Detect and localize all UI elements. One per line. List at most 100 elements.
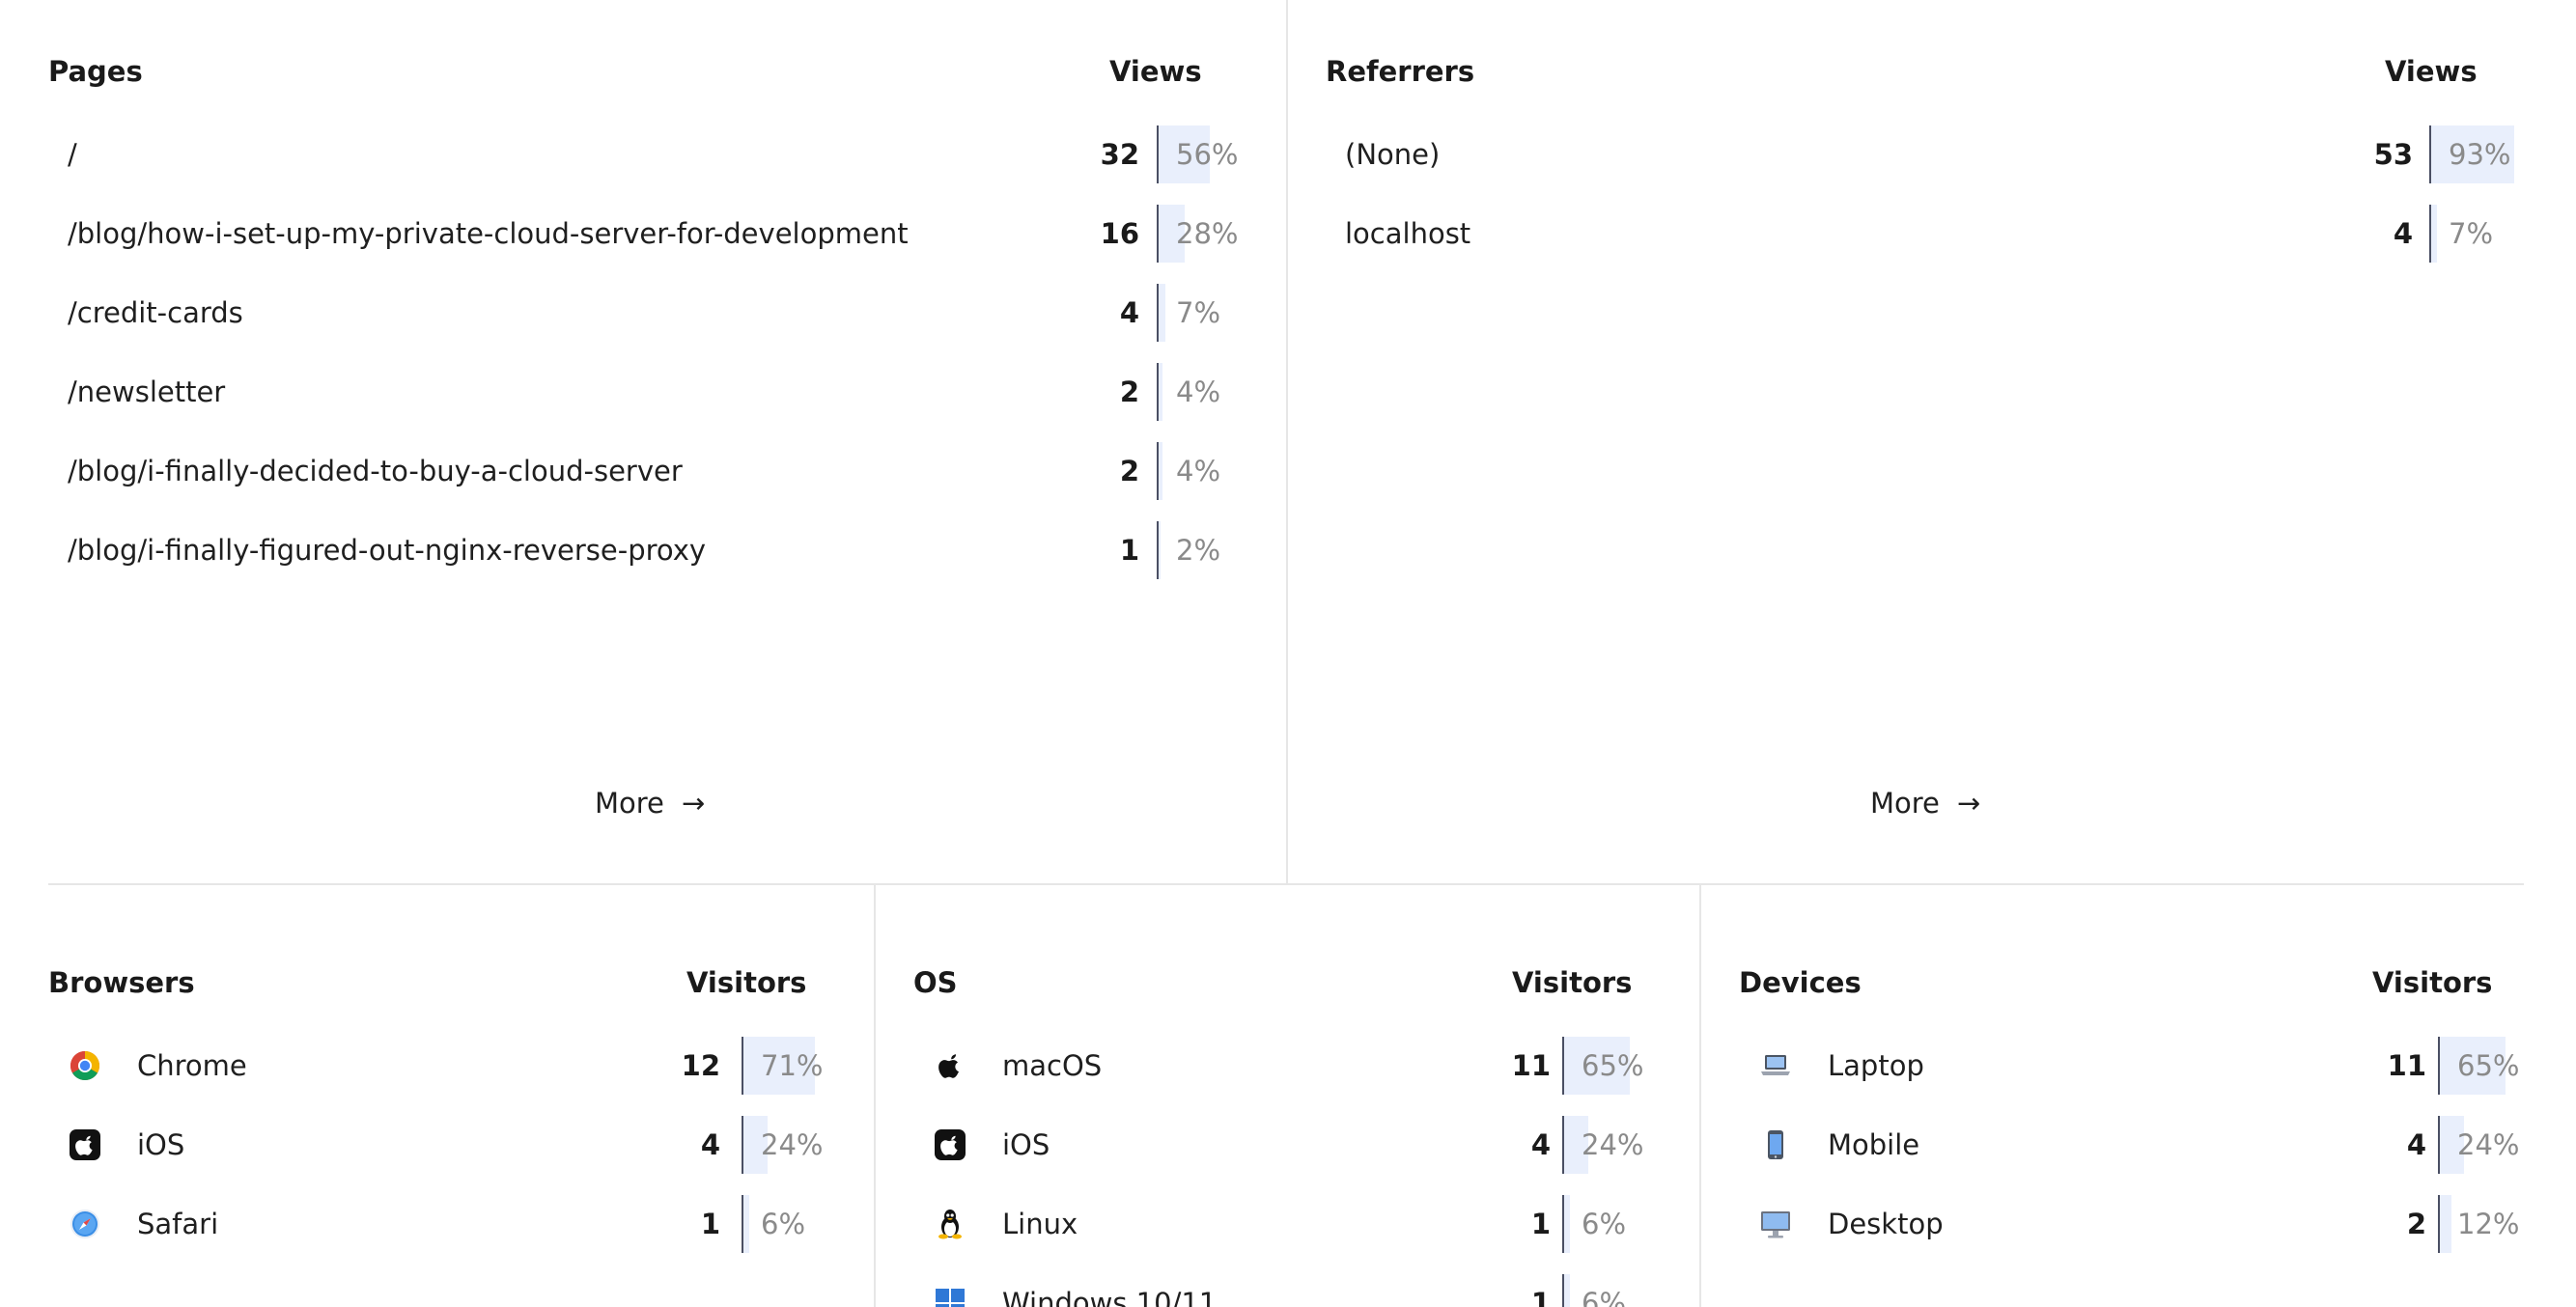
pages-row-label: / (68, 125, 77, 183)
pages-row-text: /blog/i-finally-decided-to-buy-a-cloud-s… (68, 455, 683, 487)
browsers-row-count: 12 (681, 1049, 720, 1082)
os-row-text: Windows 10/11 (1002, 1287, 1218, 1307)
os-panel: OS Visitors macOS 11 65% iOS 4 24% Linux 1 6% Win… (913, 963, 1666, 1307)
browsers-row[interactable]: iOS 4 24% (48, 1116, 840, 1174)
referrers-row-count: 4 (2393, 217, 2413, 250)
laptop-icon (1758, 1048, 1793, 1083)
pages-row-bar-line (1157, 442, 1159, 500)
referrers-row[interactable]: localhost 4 7% (1326, 205, 2523, 263)
os-row-percent: 6% (1582, 1208, 1627, 1240)
devices-row-count: 11 (2387, 1049, 2426, 1082)
browsers-row-label: iOS (68, 1116, 184, 1174)
os-row-bar-fill (1564, 1274, 1570, 1307)
os-row[interactable]: macOS 11 65% (913, 1037, 1666, 1095)
os-row-count: 4 (1530, 1128, 1551, 1161)
browsers-row[interactable]: Chrome 12 71% (48, 1037, 840, 1095)
divider-vertical-bottom-1 (874, 884, 876, 1307)
more-label: More (1870, 787, 1940, 820)
pages-row-bar-line (1157, 284, 1159, 342)
devices-panel-header: Devices Visitors (1739, 963, 2521, 1002)
browsers-row-count: 1 (700, 1208, 720, 1240)
mobile-icon (1758, 1127, 1793, 1162)
apple-icon (933, 1048, 967, 1083)
arrow-right-icon: → (1956, 787, 1981, 820)
referrers-row-label: localhost (1345, 205, 1470, 263)
pages-row-label: /blog/i-finally-decided-to-buy-a-cloud-s… (68, 442, 683, 500)
os-row-count: 1 (1530, 1208, 1551, 1240)
arrow-right-icon: → (681, 787, 706, 820)
browsers-panel: Browsers Visitors Chrome 12 71% iOS 4 24% Safa… (48, 963, 840, 1292)
os-row-bar-line (1562, 1116, 1564, 1174)
browsers-row-label: Safari (68, 1195, 218, 1253)
browsers-row-text: Safari (137, 1208, 219, 1240)
pages-row-count: 2 (1119, 375, 1139, 408)
pages-panel-title: Pages (48, 55, 143, 88)
divider-vertical-bottom-2 (1699, 884, 1701, 1307)
desktop-icon (1758, 1207, 1793, 1241)
devices-row-bar-line (2438, 1116, 2440, 1174)
pages-row-percent: 56% (1176, 138, 1239, 171)
devices-row-label: Laptop (1758, 1037, 1924, 1095)
os-row-label: iOS (933, 1116, 1050, 1174)
pages-row-count: 2 (1119, 455, 1139, 487)
devices-row-text: Laptop (1828, 1049, 1924, 1082)
devices-row[interactable]: Laptop 11 65% (1739, 1037, 2521, 1095)
pages-row[interactable]: /blog/i-finally-decided-to-buy-a-cloud-s… (48, 442, 1255, 500)
os-row-text: macOS (1002, 1049, 1103, 1082)
pages-row-bar-line (1157, 521, 1159, 579)
devices-row-count: 4 (2406, 1128, 2426, 1161)
os-row[interactable]: Windows 10/11 1 6% (913, 1274, 1666, 1307)
referrers-more-button[interactable]: More → (1870, 784, 1980, 822)
pages-row-bar-line (1157, 205, 1159, 263)
devices-row[interactable]: Desktop 2 12% (1739, 1195, 2521, 1253)
browsers-row-bar-line (742, 1037, 743, 1095)
browsers-panel-title: Browsers (48, 966, 195, 999)
referrers-panel: Referrers Views (None) 53 93% localhost 4 7% … (1326, 52, 2523, 844)
os-row-percent: 6% (1582, 1287, 1627, 1307)
browsers-row-percent: 24% (761, 1128, 824, 1161)
os-row[interactable]: iOS 4 24% (913, 1116, 1666, 1174)
browsers-metric-header: Visitors (686, 966, 807, 999)
referrers-row-text: (None) (1345, 138, 1441, 171)
browsers-row-bar-line (742, 1116, 743, 1174)
pages-row[interactable]: /newsletter 2 4% (48, 363, 1255, 421)
browsers-row-bar-fill (743, 1195, 749, 1253)
browsers-row-count: 4 (700, 1128, 720, 1161)
pages-row-bar-fill (1159, 442, 1162, 500)
linux-icon (933, 1207, 967, 1241)
pages-metric-header: Views (1109, 55, 1202, 88)
pages-row[interactable]: /credit-cards 4 7% (48, 284, 1255, 342)
browsers-row[interactable]: Safari 1 6% (48, 1195, 840, 1253)
browsers-row-bar-line (742, 1195, 743, 1253)
devices-row-percent: 24% (2457, 1128, 2520, 1161)
os-row[interactable]: Linux 1 6% (913, 1195, 1666, 1253)
browsers-row-text: Chrome (137, 1049, 247, 1082)
more-label: More (595, 787, 664, 820)
safari-icon (68, 1207, 102, 1241)
devices-row[interactable]: Mobile 4 24% (1739, 1116, 2521, 1174)
os-row-label: Windows 10/11 (933, 1274, 1217, 1307)
devices-panel-title: Devices (1739, 966, 1862, 999)
referrers-row-bar-fill (2431, 205, 2437, 263)
referrers-row[interactable]: (None) 53 93% (1326, 125, 2523, 183)
os-row-bar-line (1562, 1274, 1564, 1307)
os-row-text: Linux (1002, 1208, 1078, 1240)
pages-panel: Pages Views / 32 56% /blog/how-i-set-up-my-… (48, 52, 1255, 844)
pages-row-bar-fill (1159, 363, 1162, 421)
pages-row-percent: 2% (1176, 534, 1221, 567)
os-row-bar-line (1562, 1037, 1564, 1095)
os-row-label: macOS (933, 1037, 1102, 1095)
pages-more-button[interactable]: More → (595, 784, 705, 822)
devices-row-bar-line (2438, 1195, 2440, 1253)
os-panel-header: OS Visitors (913, 963, 1666, 1002)
pages-row-count: 1 (1119, 534, 1139, 567)
pages-row[interactable]: / 32 56% (48, 125, 1255, 183)
referrers-row-bar-line (2429, 205, 2431, 263)
windows-icon (933, 1286, 967, 1307)
pages-row[interactable]: /blog/how-i-set-up-my-private-cloud-serv… (48, 205, 1255, 263)
os-row-label: Linux (933, 1195, 1078, 1253)
ios-icon (68, 1127, 102, 1162)
os-row-percent: 65% (1582, 1049, 1644, 1082)
pages-row[interactable]: /blog/i-finally-figured-out-nginx-revers… (48, 521, 1255, 579)
devices-metric-header: Visitors (2372, 966, 2493, 999)
